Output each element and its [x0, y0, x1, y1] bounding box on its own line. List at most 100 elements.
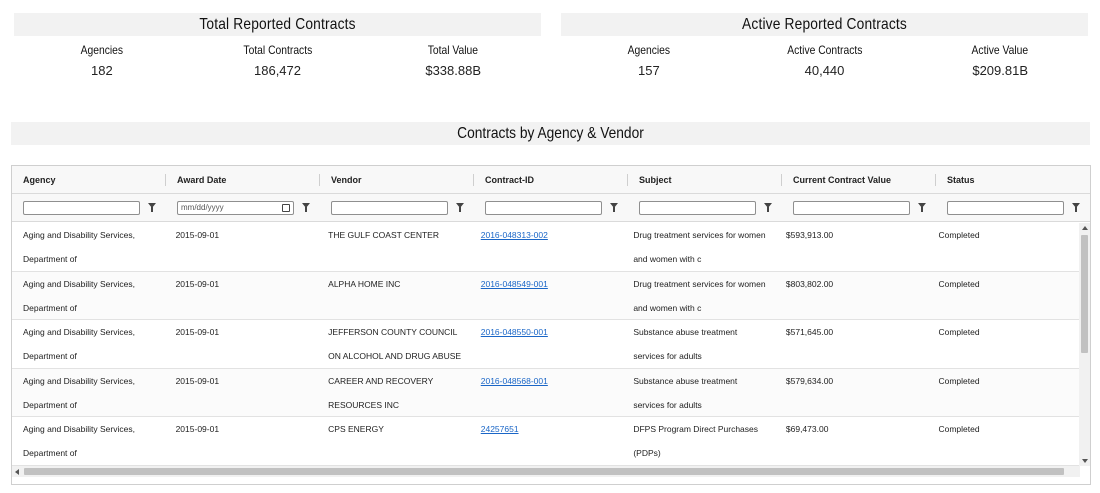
- cell-subject: Drug treatment services for women and wo…: [633, 278, 766, 313]
- grid-filter-row: mm/dd/yyyy: [12, 194, 1090, 222]
- cell-contract-id: 24257651: [470, 417, 623, 465]
- kpi-panel-total: Total Reported Contracts Agencies 182 To…: [14, 13, 541, 79]
- table-row[interactable]: Aging and Disability Services, Departmen…: [12, 271, 1080, 320]
- kpi-label: Total Value: [428, 43, 479, 57]
- kpi-value: $209.81B: [972, 63, 1029, 78]
- kpi-value: 157: [637, 63, 660, 78]
- kpi-total-value: Total Value $338.88B: [365, 41, 541, 79]
- kpi-label: Agencies: [80, 43, 124, 57]
- filter-input-vendor[interactable]: [331, 201, 448, 215]
- cell-agency: Aging and Disability Services, Departmen…: [23, 278, 135, 313]
- filter-input-agency[interactable]: [23, 201, 140, 215]
- cell-agency: Aging and Disability Services, Departmen…: [23, 327, 135, 361]
- column-header-award-date[interactable]: Award Date: [166, 166, 320, 193]
- filter-input-award-date[interactable]: mm/dd/yyyy: [177, 201, 294, 215]
- cell-award-date: 2015-09-01: [175, 230, 220, 240]
- kpi-active-title: Active Reported Contracts: [597, 13, 1052, 36]
- cell-award-date: 2015-09-01: [175, 424, 220, 434]
- cell-subject: DFPS Program Direct Purchases (PDPs): [633, 424, 759, 458]
- filter-funnel-icon[interactable]: [610, 203, 618, 212]
- column-header-subject[interactable]: Subject: [628, 166, 782, 193]
- cell-contract-id: 2016-048550-001: [470, 320, 623, 368]
- column-header-status[interactable]: Status: [936, 166, 1090, 193]
- filter-funnel-icon[interactable]: [302, 203, 310, 212]
- cell-subject: Substance abuse treatment services for a…: [633, 375, 738, 410]
- kpi-active-contracts: Active Contracts 40,440: [737, 41, 913, 79]
- cell-agency: Aging and Disability Services, Departmen…: [23, 424, 135, 458]
- cell-subject: Substance abuse treatment services for a…: [633, 327, 738, 361]
- table-row[interactable]: Aging and Disability Services, Departmen…: [12, 320, 1080, 369]
- calendar-icon[interactable]: [282, 204, 290, 212]
- cell-value: $593,913.00: [785, 230, 834, 240]
- scroll-down-icon[interactable]: [1082, 459, 1088, 463]
- cell-vendor: THE GULF COAST CENTER: [328, 230, 439, 240]
- contract-id-link[interactable]: 2016-048568-001: [481, 376, 548, 386]
- contract-id-link[interactable]: 2016-048550-001: [481, 327, 548, 337]
- cell-vendor: JEFFERSON COUNTY COUNCIL ON ALCOHOL AND …: [328, 327, 462, 361]
- column-header-vendor[interactable]: Vendor: [320, 166, 474, 193]
- kpi-active-agencies: Agencies 157: [561, 41, 737, 79]
- cell-contract-id: 2016-048568-001: [470, 369, 623, 417]
- kpi-total-agencies: Agencies 182: [14, 41, 190, 79]
- horizontal-scroll-thumb[interactable]: [24, 468, 1064, 475]
- cell-contract-id: 2016-048313-002: [470, 223, 623, 271]
- contracts-grid: Agency Award Date Vendor Contract-ID Sub…: [11, 165, 1091, 485]
- cell-value: $579,634.00: [785, 375, 834, 386]
- kpi-total-contracts: Total Contracts 186,472: [190, 41, 366, 79]
- kpi-label: Active Contracts: [786, 43, 863, 57]
- cell-contract-id: 2016-048549-001: [470, 272, 623, 320]
- contract-id-link[interactable]: 24257651: [481, 424, 519, 434]
- vertical-scroll-thumb[interactable]: [1081, 235, 1088, 353]
- cell-award-date: 2015-09-01: [175, 327, 220, 337]
- grid-section-header: Contracts by Agency & Vendor: [11, 122, 1090, 145]
- column-header-agency[interactable]: Agency: [12, 166, 166, 193]
- grid-header-row: Agency Award Date Vendor Contract-ID Sub…: [12, 166, 1090, 194]
- grid-body: Aging and Disability Services, Departmen…: [12, 223, 1080, 466]
- kpi-active-value: Active Value $209.81B: [912, 41, 1088, 79]
- vertical-scrollbar[interactable]: [1079, 223, 1090, 466]
- table-row[interactable]: Aging and Disability Services, Departmen…: [12, 417, 1080, 466]
- cell-subject: Drug treatment services for women and wo…: [633, 230, 766, 264]
- kpi-total-title: Total Reported Contracts: [50, 13, 505, 36]
- filter-input-contract-id[interactable]: [485, 201, 602, 215]
- column-header-current-contract-value[interactable]: Current Contract Value: [782, 166, 936, 193]
- kpi-label: Total Contracts: [243, 43, 312, 57]
- kpi-value: 186,472: [254, 63, 301, 78]
- kpi-label: Active Value: [971, 43, 1029, 57]
- horizontal-scrollbar[interactable]: [12, 466, 1080, 477]
- cell-status: Completed: [938, 375, 980, 386]
- cell-status: Completed: [938, 278, 980, 289]
- table-row[interactable]: Aging and Disability Services, Departmen…: [12, 223, 1080, 272]
- filter-funnel-icon[interactable]: [1072, 203, 1080, 212]
- kpi-value: $338.88B: [425, 63, 482, 78]
- cell-award-date: 2015-09-01: [175, 278, 220, 289]
- kpi-value: 182: [90, 63, 113, 78]
- cell-vendor: CAREER AND RECOVERY RESOURCES INC: [328, 375, 434, 410]
- table-row[interactable]: Aging and Disability Services, Departmen…: [12, 368, 1080, 417]
- filter-input-subject[interactable]: [639, 201, 756, 215]
- contract-id-link[interactable]: 2016-048313-002: [481, 230, 548, 240]
- cell-value: $69,473.00: [785, 424, 829, 434]
- scroll-up-icon[interactable]: [1082, 226, 1088, 230]
- cell-value: $571,645.00: [785, 327, 834, 337]
- cell-status: Completed: [938, 424, 980, 434]
- contract-id-link[interactable]: 2016-048549-001: [481, 279, 548, 289]
- kpi-value: 40,440: [804, 63, 845, 78]
- filter-funnel-icon[interactable]: [148, 203, 156, 212]
- cell-value: $803,802.00: [785, 278, 834, 289]
- filter-funnel-icon[interactable]: [918, 203, 926, 212]
- column-header-contract-id[interactable]: Contract-ID: [474, 166, 628, 193]
- filter-funnel-icon[interactable]: [456, 203, 464, 212]
- cell-vendor: CPS ENERGY: [328, 424, 384, 434]
- filter-input-current-contract-value[interactable]: [793, 201, 910, 215]
- scroll-left-icon[interactable]: [15, 469, 19, 475]
- filter-funnel-icon[interactable]: [764, 203, 772, 212]
- cell-vendor: ALPHA HOME INC: [328, 278, 401, 289]
- cell-agency: Aging and Disability Services, Departmen…: [23, 375, 135, 410]
- cell-agency: Aging and Disability Services, Departmen…: [23, 230, 135, 264]
- kpi-label: Agencies: [627, 43, 671, 57]
- grid-title: Contracts by Agency & Vendor: [457, 125, 644, 142]
- cell-status: Completed: [938, 230, 980, 240]
- filter-input-status[interactable]: [947, 201, 1064, 215]
- cell-status: Completed: [938, 327, 980, 337]
